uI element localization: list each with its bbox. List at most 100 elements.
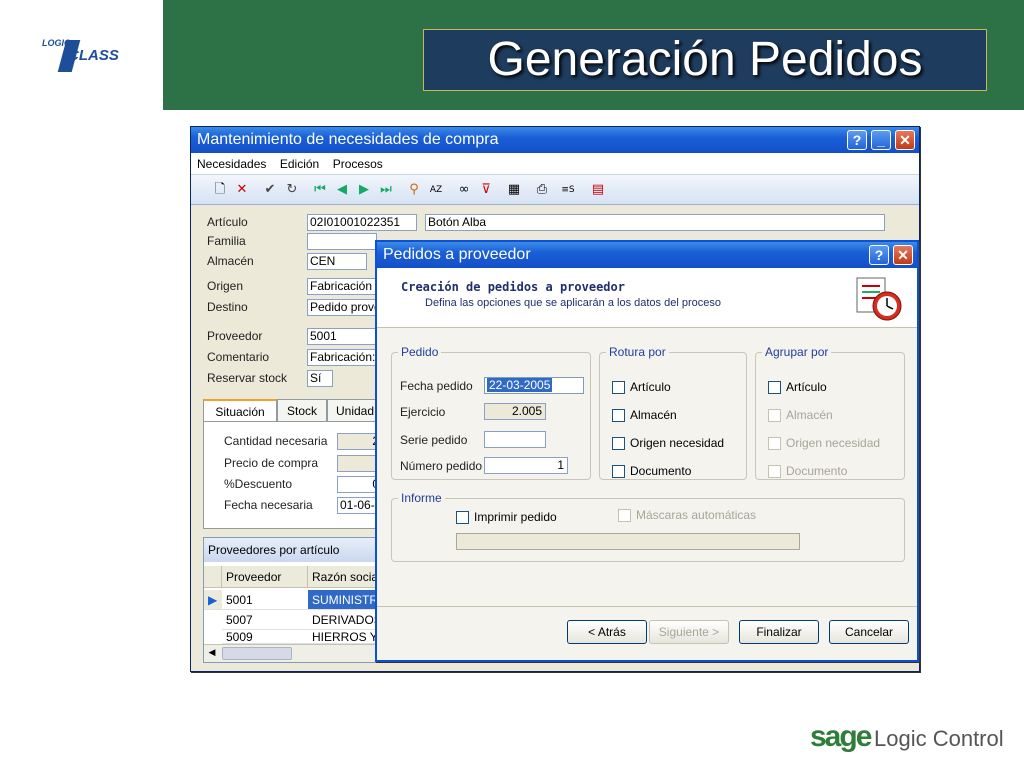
ejercicio-field[interactable]: 2.005: [484, 403, 546, 420]
proveedor-label: Proveedor: [207, 329, 263, 343]
fecha-necesaria-label: Fecha necesaria: [224, 498, 313, 512]
informe-path-field[interactable]: [456, 533, 800, 550]
reservar-field[interactable]: Sí: [307, 370, 333, 387]
atras-button[interactable]: < Atrás: [567, 620, 647, 644]
undo-icon[interactable]: ↻: [283, 181, 301, 199]
rotura-documento-checkbox[interactable]: [612, 465, 625, 478]
fecha-pedido-value: 22-03-2005: [487, 378, 553, 392]
row-selector-icon: ▶: [204, 590, 222, 610]
proveedores-title: Proveedores por artículo: [204, 538, 384, 562]
table-row-proveedor[interactable]: 5007: [222, 610, 308, 630]
agrupar-articulo-label: Artículo: [786, 380, 827, 394]
menu-procesos[interactable]: Procesos: [333, 157, 383, 171]
menu-necesidades[interactable]: Necesidades: [197, 157, 266, 171]
imprimir-label: Imprimir pedido: [474, 510, 557, 524]
report-icon[interactable]: ▤: [589, 181, 607, 199]
col-razon[interactable]: Razón social: [308, 566, 384, 588]
tab-situacion[interactable]: Situación: [203, 399, 277, 421]
tab-stock[interactable]: Stock: [277, 399, 327, 421]
find-icon[interactable]: ∞: [455, 181, 473, 199]
numero-field[interactable]: 1: [484, 457, 568, 474]
slide-title: Generación Pedidos: [423, 29, 987, 91]
print-icon[interactable]: ⎙: [533, 181, 551, 199]
familia-field[interactable]: [307, 233, 377, 250]
first-icon[interactable]: ⏮: [311, 181, 329, 199]
serie-field[interactable]: [484, 431, 546, 448]
table-row-razon[interactable]: DERIVADOS: [308, 610, 384, 630]
minimize-button[interactable]: _: [871, 130, 891, 150]
cancelar-button[interactable]: Cancelar: [829, 620, 909, 644]
fecha-pedido-label: Fecha pedido: [400, 379, 473, 393]
origen-field[interactable]: Fabricación: [307, 278, 377, 295]
pedido-group: Pedido Fecha pedido 22-03-2005 Ejercicio…: [391, 345, 591, 480]
imprimir-checkbox[interactable]: [456, 511, 469, 524]
comentario-field[interactable]: Fabricación: 2: [307, 349, 377, 366]
ejercicio-label: Ejercicio: [400, 405, 446, 419]
destino-field[interactable]: Pedido prove: [307, 299, 377, 316]
finalizar-button[interactable]: Finalizar: [739, 620, 819, 644]
agrupar-documento-checkbox[interactable]: [768, 465, 781, 478]
precio-label: Precio de compra: [224, 456, 319, 470]
table-row-proveedor[interactable]: 5001: [222, 590, 308, 610]
dialog-close-button[interactable]: ✕: [893, 245, 913, 265]
table-row-proveedor[interactable]: 5009: [222, 630, 308, 644]
next-icon[interactable]: ▶: [355, 181, 373, 199]
accept-icon[interactable]: ✔: [261, 181, 279, 199]
informe-group: Informe Imprimir pedido Máscaras automát…: [391, 491, 905, 562]
horizontal-scrollbar[interactable]: ◀: [204, 644, 384, 662]
rotura-almacen-label: Almacén: [630, 408, 677, 422]
dialog-title: Pedidos a proveedor: [383, 246, 531, 263]
last-icon[interactable]: ⏭: [377, 181, 395, 199]
pedidos-dialog: Pedidos a proveedor ? ✕ Creación de pedi…: [375, 240, 919, 662]
rotura-group: Rotura por Artículo Almacén Origen neces…: [599, 345, 747, 480]
footer-sage-logo: sage: [810, 720, 872, 753]
help-button[interactable]: ?: [847, 130, 867, 150]
new-icon[interactable]: 🗋: [211, 181, 229, 199]
descuento-label: %Descuento: [224, 477, 293, 491]
prev-icon[interactable]: ◀: [333, 181, 351, 199]
scroll-thumb[interactable]: [222, 647, 292, 660]
dialog-titlebar: Pedidos a proveedor ? ✕: [377, 242, 917, 268]
agrupar-group-title: Agrupar por: [762, 345, 832, 359]
delete-icon[interactable]: ✕: [233, 181, 251, 199]
search-icon[interactable]: ⚲: [405, 181, 423, 199]
filter-icon[interactable]: ⊽: [477, 181, 495, 199]
almacen-field[interactable]: CEN: [307, 253, 367, 270]
pedido-group-title: Pedido: [398, 345, 442, 359]
dialog-help-button[interactable]: ?: [869, 245, 889, 265]
proveedor-field[interactable]: 5001: [307, 328, 377, 345]
tab-panel: Cantidad necesaria 2 Precio de compra %D…: [203, 421, 383, 529]
scroll-left-icon[interactable]: ◀: [206, 647, 218, 660]
table-row-razon[interactable]: HIERROS Y: [308, 630, 384, 644]
sort-icon[interactable]: AZ: [427, 181, 445, 199]
proveedores-grid: Proveedores por artículo Proveedor Razón…: [203, 537, 384, 663]
rotura-origen-checkbox[interactable]: [612, 437, 625, 450]
button-separator: [377, 606, 917, 607]
origen-label: Origen: [207, 279, 244, 293]
grid-icon[interactable]: ▦: [505, 181, 523, 199]
agrupar-articulo-checkbox[interactable]: [768, 381, 781, 394]
cantidad-label: Cantidad necesaria: [224, 434, 328, 448]
col-proveedor[interactable]: Proveedor: [222, 566, 308, 588]
informe-group-title: Informe: [398, 491, 445, 505]
dialog-header: Creación de pedidos a proveedor Defina l…: [377, 268, 917, 328]
almacen-label: Almacén: [207, 254, 254, 268]
articulo-code-field[interactable]: 02I01001022351: [307, 214, 417, 231]
footer-product-name: Logic Control: [874, 726, 1004, 751]
agrupar-almacen-label: Almacén: [786, 408, 833, 422]
menu-edicion[interactable]: Edición: [280, 157, 319, 171]
serie-label: Serie pedido: [400, 433, 468, 447]
close-button[interactable]: ✕: [895, 130, 915, 150]
articulo-desc-field[interactable]: Botón Alba: [425, 214, 885, 231]
list-icon[interactable]: ≡S: [559, 181, 577, 199]
fecha-pedido-field[interactable]: 22-03-2005: [484, 377, 584, 394]
agrupar-origen-checkbox[interactable]: [768, 437, 781, 450]
mascaras-checkbox[interactable]: [618, 509, 631, 522]
siguiente-button[interactable]: Siguiente >: [649, 620, 729, 644]
table-row-razon[interactable]: SUMINISTRO: [308, 590, 384, 610]
rotura-almacen-checkbox[interactable]: [612, 409, 625, 422]
dialog-heading: Creación de pedidos a proveedor: [401, 280, 625, 294]
logo-main-text: CLASS: [68, 47, 119, 64]
rotura-articulo-checkbox[interactable]: [612, 381, 625, 394]
agrupar-almacen-checkbox[interactable]: [768, 409, 781, 422]
